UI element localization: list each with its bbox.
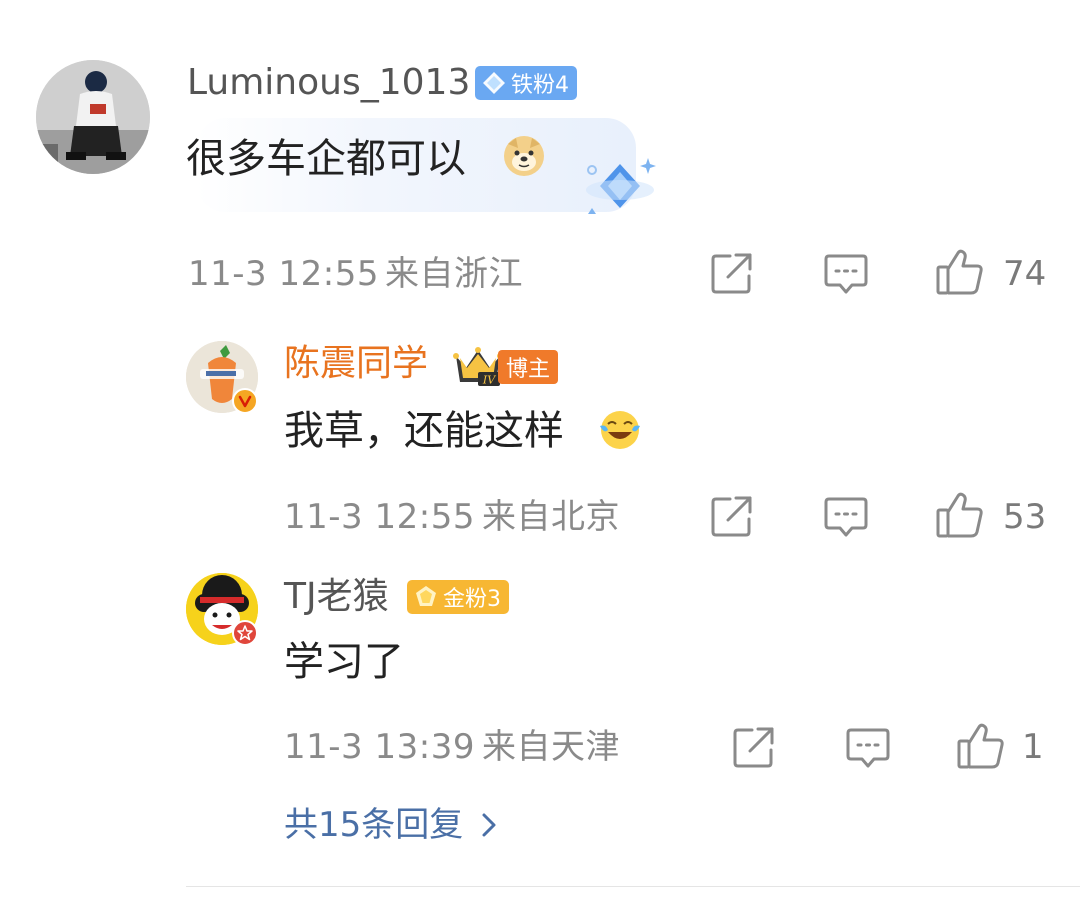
reply-username[interactable]: 陈震同学 [284,346,428,382]
reply-icon[interactable] [824,253,868,295]
bubble-diamond-decoration [586,158,656,214]
badge-label: 铁粉4 [511,73,569,98]
chevron-right-icon [482,813,496,837]
reply-time: 11-3 13:39 [284,727,475,767]
more-replies-link[interactable]: 共15条回复 [284,808,497,842]
reply-text: 学习了 [284,639,404,685]
blogger-badge: 博主 [498,350,559,384]
user-level-badge [232,620,258,646]
reply-location: 来自天津 [482,727,620,767]
like-icon[interactable] [936,249,984,295]
reply-username[interactable]: TJ老猿 [284,579,389,615]
like-count: 53 [1003,497,1047,537]
reply-icon[interactable] [824,496,868,538]
like-icon[interactable] [936,492,984,538]
reply-icon[interactable] [846,727,890,769]
like-count: 74 [1003,254,1047,294]
verified-badge [232,388,258,414]
diamond-icon [483,72,505,94]
reply-time: 11-3 12:55 [284,497,475,537]
gold-gem-icon [416,586,436,606]
like-icon[interactable] [957,723,1005,769]
doge-emoji-icon [504,136,544,176]
share-icon[interactable] [710,252,754,296]
comment-location: 来自浙江 [385,254,523,294]
share-icon[interactable] [710,495,754,539]
gold-fan-badge: 金粉3 [407,580,509,614]
iron-fan-badge: 铁粉4 [475,66,577,100]
divider [186,886,1080,887]
comment-time: 11-3 12:55 [188,254,379,294]
laugh-cry-emoji-icon [600,411,640,449]
share-icon[interactable] [732,726,776,770]
reply-location: 来自北京 [482,497,620,537]
crown-icon: IV [453,347,503,387]
like-count: 1 [1022,727,1044,767]
svg-text:IV: IV [482,374,496,387]
more-replies-label: 共15条回复 [284,805,464,845]
badge-label: 金粉3 [443,587,501,612]
avatar[interactable] [36,60,150,174]
reply-text: 我草，还能这样 [284,408,564,454]
comment-text: 很多车企都可以 [186,136,466,182]
badge-label: 博主 [506,357,551,382]
comment-username[interactable]: Luminous_1013 [187,65,470,101]
